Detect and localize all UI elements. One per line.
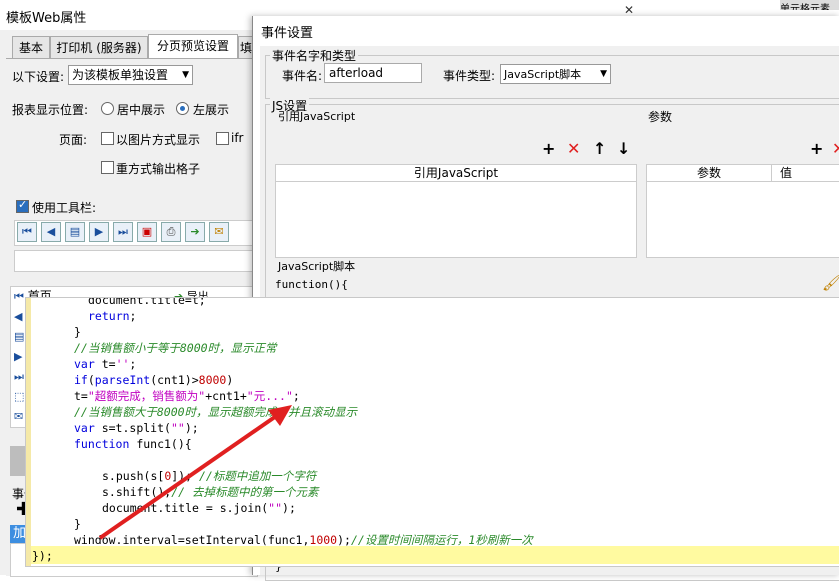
arrow-shaft xyxy=(98,410,284,540)
annotation-arrow xyxy=(98,405,292,540)
arrow-head xyxy=(268,405,292,426)
